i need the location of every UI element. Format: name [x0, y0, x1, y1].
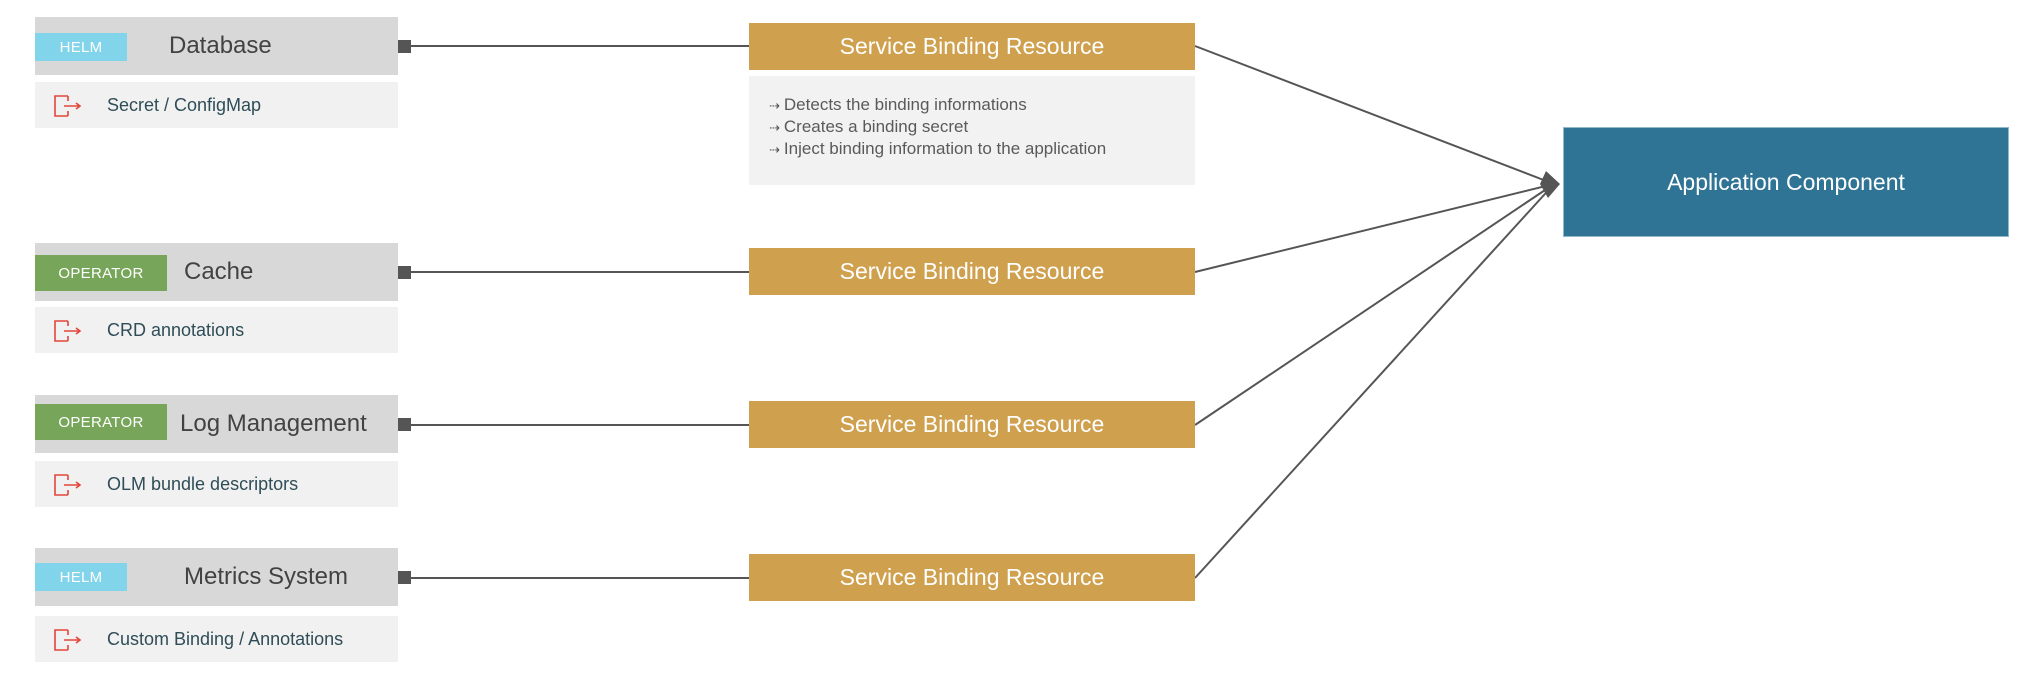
dashed-arrow-icon: ⇢: [769, 142, 780, 157]
service-name: Cache: [184, 258, 254, 285]
service-source: Custom Binding / Annotations: [35, 616, 398, 662]
dashed-arrow-icon: ⇢: [769, 120, 780, 135]
arrowhead-icon: [1540, 171, 1560, 198]
export-icon: [54, 474, 82, 496]
source-label: OLM bundle descriptors: [107, 473, 299, 494]
application-component[interactable]: Application Component: [1563, 127, 2009, 237]
source-label: Secret / ConfigMap: [107, 94, 262, 115]
binding-description: ⇢ Detects the binding informations ⇢ Creat…: [749, 76, 1195, 185]
binding-to-application-arrow: [1194, 183, 1555, 273]
service-cache[interactable]: OPERATOR Cache: [35, 243, 398, 301]
service-name: Database: [169, 32, 272, 59]
helm-badge: HELM: [35, 33, 127, 61]
service-log-management[interactable]: OPERATOR Log Management: [35, 395, 398, 453]
service-binding-resource[interactable]: Service Binding Resource: [749, 554, 1195, 601]
helm-badge: HELM: [35, 563, 127, 591]
connector-port: [398, 571, 411, 584]
export-icon: [54, 95, 82, 117]
service-source: CRD annotations: [35, 307, 398, 353]
description-item: ⇢ Inject binding information to the appli…: [769, 139, 1107, 158]
service-binding-resource[interactable]: Service Binding Resource: [749, 23, 1195, 70]
description-item: ⇢ Detects the binding informations: [769, 95, 1027, 114]
source-label: CRD annotations: [107, 319, 245, 340]
source-label: Custom Binding / Annotations: [107, 628, 344, 649]
operator-badge: OPERATOR: [35, 255, 167, 291]
binding-to-application-arrow: [1194, 183, 1555, 579]
dashed-arrow-icon: ⇢: [769, 98, 780, 113]
connector-port: [398, 40, 411, 53]
service-binding-resource[interactable]: Service Binding Resource: [749, 248, 1195, 295]
service-name: Log Management: [180, 410, 367, 437]
service-database[interactable]: HELM Database: [35, 17, 398, 75]
operator-badge: OPERATOR: [35, 404, 167, 440]
connector-port: [398, 418, 411, 431]
service-name: Metrics System: [184, 563, 349, 590]
service-source: OLM bundle descriptors: [35, 461, 398, 507]
connector-port: [398, 266, 411, 279]
binding-to-application-arrow: [1194, 183, 1555, 426]
service-source: Secret / ConfigMap: [35, 82, 398, 128]
service-binding-resource[interactable]: Service Binding Resource: [749, 401, 1195, 448]
export-icon: [54, 320, 82, 342]
binding-to-application-arrow: [1194, 45, 1555, 185]
service-metrics-system[interactable]: HELM Metrics System: [35, 548, 398, 606]
export-icon: [54, 629, 82, 651]
description-item: ⇢ Creates a binding secret: [769, 117, 969, 136]
